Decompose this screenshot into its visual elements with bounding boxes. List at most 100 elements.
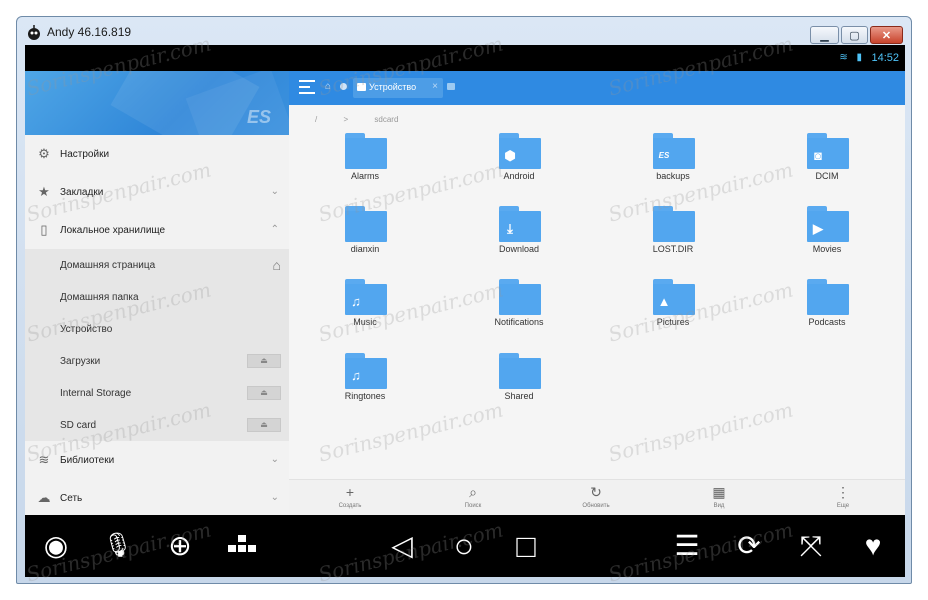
microphone-icon[interactable]: 🎙: [99, 527, 137, 565]
folder-item[interactable]: LOST.DIR: [625, 206, 721, 276]
keyboard-icon[interactable]: [223, 527, 261, 565]
drawer-list: ⚙ Настройки ★ Закладки ⌄ ▯ Локальное хра…: [25, 135, 289, 517]
folder-icon: ⬢: [499, 133, 541, 169]
fullscreen-icon[interactable]: ⤧: [792, 527, 830, 565]
folder-name: Download: [498, 244, 540, 254]
drawer-item-network[interactable]: ☁ Сеть ⌄: [25, 479, 289, 517]
eject-icon[interactable]: ⏏: [247, 386, 281, 400]
folder-item[interactable]: ♫ Music: [317, 279, 413, 349]
folder-item[interactable]: dianxin: [317, 206, 413, 276]
emulator-window: Andy 46.16.819 ▁ ▢ ✕ ≋ ▮ 14:52 ES ⚙ Наст…: [16, 16, 912, 584]
folder-name: DCIM: [815, 171, 839, 181]
view-button[interactable]: ▦ Вид: [689, 483, 749, 509]
rotate-icon[interactable]: ⟳: [730, 527, 768, 565]
gps-icon[interactable]: ⊕: [161, 527, 199, 565]
folder-icon: ES: [653, 133, 695, 169]
folder-item[interactable]: Podcasts: [779, 279, 875, 349]
more-button[interactable]: ⋮ Еще: [813, 483, 873, 509]
search-icon: ⌕: [469, 484, 477, 500]
menu-lines-icon[interactable]: ☰: [668, 527, 706, 565]
folder-item[interactable]: ⬢ Android: [471, 133, 567, 203]
folder-icon: [499, 353, 541, 389]
drawer-subitem-home-folder[interactable]: Домашняя папка: [25, 281, 289, 313]
folder-icon: ▶: [807, 206, 849, 242]
back-icon[interactable]: ◁: [383, 527, 421, 565]
home-icon[interactable]: ⌂: [325, 81, 331, 92]
sdcard-icon[interactable]: [340, 83, 347, 90]
folder-name: Notifications: [494, 317, 544, 327]
breadcrumb: / > sdcard: [315, 115, 422, 124]
menu-icon[interactable]: [299, 80, 315, 94]
folder-item[interactable]: ◙ DCIM: [779, 133, 875, 203]
folder-item[interactable]: ⤓ Download: [471, 206, 567, 276]
folder-badge-icon: [502, 368, 518, 384]
folder-badge-icon: ES: [658, 151, 670, 160]
drawer-item-libraries[interactable]: ≋ Библиотеки ⌄: [25, 441, 289, 479]
new-tab-icon[interactable]: [447, 83, 455, 90]
maximize-button[interactable]: ▢: [841, 26, 868, 44]
folder-icon: [345, 133, 387, 169]
folder-icon: [499, 279, 541, 315]
drawer-item-local-storage[interactable]: ▯ Локальное хранилище ⌃: [25, 211, 289, 249]
more-vertical-icon: ⋮: [836, 484, 850, 500]
folder-item[interactable]: ▲ Pictures: [625, 279, 721, 349]
close-button[interactable]: ✕: [870, 26, 903, 44]
drawer-item-settings[interactable]: ⚙ Настройки: [25, 135, 289, 173]
drawer-subitem-sd-card[interactable]: SD card ⏏: [25, 409, 289, 441]
folder-name: dianxin: [350, 244, 380, 254]
folder-name: Shared: [504, 391, 534, 401]
folder-item[interactable]: Notifications: [471, 279, 567, 349]
drawer-subitem-downloads[interactable]: Загрузки ⏏: [25, 345, 289, 377]
folder-badge-icon: [348, 221, 364, 237]
refresh-button[interactable]: ↻ Обновить: [566, 483, 626, 509]
eject-icon[interactable]: ⏏: [247, 354, 281, 368]
folder-item[interactable]: Shared: [471, 353, 567, 423]
close-icon[interactable]: ×: [432, 81, 438, 92]
folder-item[interactable]: ES backups: [625, 133, 721, 203]
breadcrumb-current[interactable]: sdcard: [374, 115, 398, 124]
drawer-item-bookmarks[interactable]: ★ Закладки ⌄: [25, 173, 289, 211]
folder-icon: [653, 206, 695, 242]
more-label: Еще: [836, 503, 850, 509]
folder-badge-icon: [810, 294, 826, 310]
breadcrumb-separator: >: [343, 115, 349, 124]
recents-icon[interactable]: □: [507, 527, 545, 565]
folder-badge-icon: ▲: [657, 294, 671, 309]
es-logo: ES: [246, 107, 271, 127]
refresh-label: Обновить: [582, 503, 610, 509]
folder-badge-icon: ◙: [814, 148, 822, 163]
camera-icon[interactable]: ◉: [37, 527, 75, 565]
andy-logo-icon: [28, 25, 40, 40]
drawer-subitem-internal-storage[interactable]: Internal Storage ⏏: [25, 377, 289, 409]
favorite-icon[interactable]: ♥: [854, 527, 892, 565]
home-button-icon[interactable]: ○: [445, 527, 483, 565]
folder-icon: ♫: [345, 279, 387, 315]
folder-item[interactable]: Alarms: [317, 133, 413, 203]
drawer-subitem-device[interactable]: Устройство: [25, 313, 289, 345]
drawer-subitem-label: Internal Storage: [60, 388, 132, 399]
breadcrumb-root[interactable]: /: [315, 115, 317, 124]
drawer-subitem-home-page[interactable]: Домашняя страница ⌂: [25, 249, 289, 281]
folder-icon: [807, 279, 849, 315]
drawer-subitem-label: Устройство: [60, 324, 113, 335]
home-icon[interactable]: ⌂: [273, 257, 281, 273]
refresh-icon: ↻: [590, 484, 602, 500]
tab-device[interactable]: Устройство ×: [353, 78, 443, 98]
chevron-down-icon: ⌄: [270, 492, 279, 503]
chevron-down-icon: ⌄: [270, 454, 279, 465]
folder-badge-icon: [502, 294, 518, 310]
folder-name: Android: [503, 171, 535, 181]
folder-icon: ♫: [345, 353, 387, 389]
star-icon: ★: [38, 184, 50, 199]
minimize-button[interactable]: ▁: [810, 26, 839, 44]
search-button[interactable]: ⌕ Поиск: [443, 483, 503, 509]
folder-name: backups: [656, 171, 690, 181]
folder-item[interactable]: ♫ Ringtones: [317, 353, 413, 423]
create-button[interactable]: + Создать: [320, 483, 380, 509]
folder-item[interactable]: ▶ Movies: [779, 206, 875, 276]
eject-icon[interactable]: ⏏: [247, 418, 281, 432]
window-title: Andy 46.16.819: [47, 25, 132, 39]
folder-name: LOST.DIR: [652, 244, 694, 254]
folder-badge-icon: ♫: [351, 294, 361, 309]
search-label: Поиск: [464, 503, 482, 509]
